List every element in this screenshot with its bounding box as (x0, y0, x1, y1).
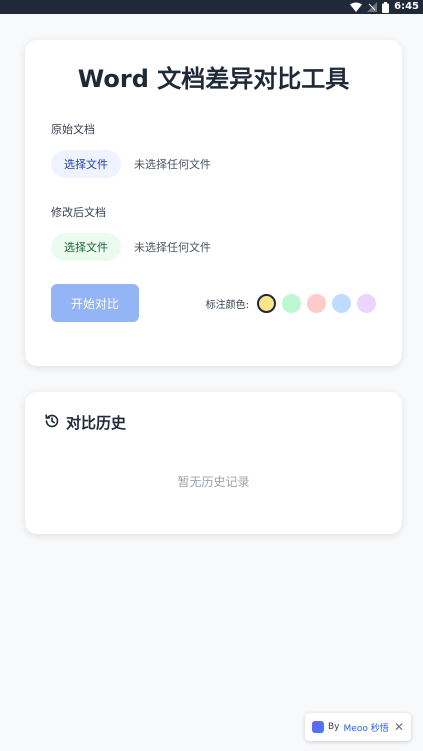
highlight-color-label: 标注颜色: (205, 299, 249, 311)
meoo-badge[interactable]: By Meoo 秒悟 ✕ (305, 713, 411, 741)
color-swatch-red[interactable] (307, 293, 326, 313)
meoo-logo-icon (312, 721, 324, 733)
modified-document-label: 修改后文档 (51, 206, 106, 219)
modified-file-status: 未选择任何文件 (134, 241, 211, 254)
page-title: Word 文档差异对比工具 (77, 65, 350, 93)
signal-icon (367, 2, 378, 12)
battery-icon (382, 1, 390, 13)
status-time: 6:45 (394, 1, 419, 12)
original-choose-file-button[interactable]: 选择文件 (51, 150, 121, 178)
history-card: 对比历史 暂无历史记录 (25, 392, 402, 534)
compare-card: Word 文档差异对比工具 原始文档 选择文件 未选择任何文件 修改后文档 选择… (25, 40, 402, 366)
action-row: 开始对比 标注颜色: (51, 284, 376, 322)
original-document-section: 原始文档 选择文件 未选择任何文件 (51, 121, 211, 178)
history-icon (44, 413, 60, 433)
start-compare-button[interactable]: 开始对比 (51, 284, 139, 322)
color-swatch-purple[interactable] (357, 293, 376, 313)
wifi-icon (350, 2, 363, 12)
close-icon[interactable]: ✕ (394, 720, 404, 734)
status-bar: 6:45 (0, 0, 423, 14)
color-swatch-blue[interactable] (332, 293, 351, 313)
color-swatch-yellow[interactable] (257, 293, 276, 313)
badge-prefix: By (328, 722, 340, 732)
history-empty-message: 暂无历史记录 (177, 475, 250, 489)
modified-document-section: 修改后文档 选择文件 未选择任何文件 (51, 204, 211, 261)
history-title: 对比历史 (66, 414, 127, 432)
badge-brand: Meoo 秒悟 (343, 723, 389, 734)
highlight-color-picker: 标注颜色: (205, 293, 376, 313)
original-file-status: 未选择任何文件 (134, 158, 211, 171)
modified-choose-file-button[interactable]: 选择文件 (51, 233, 121, 261)
original-document-label: 原始文档 (51, 123, 95, 136)
color-swatch-green[interactable] (282, 293, 301, 313)
